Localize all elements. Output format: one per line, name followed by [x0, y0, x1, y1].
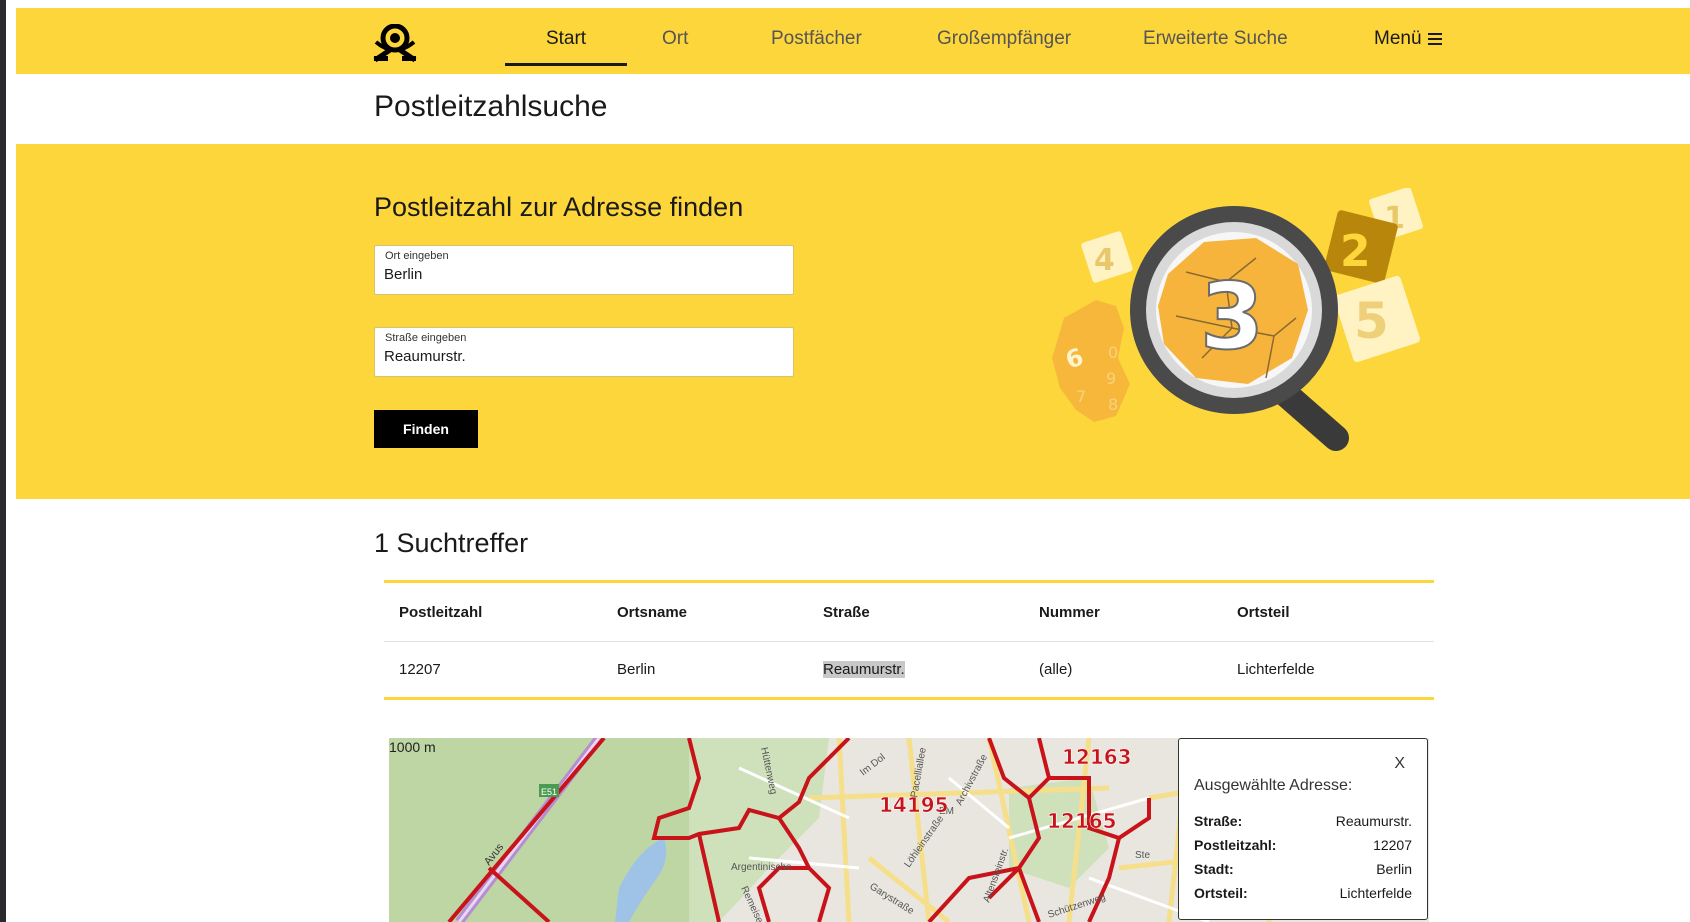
table-header-row: Postleitzahl Ortsname Straße Nummer Orts…: [384, 581, 1434, 642]
strasse-label: Straße eingeben: [385, 332, 467, 344]
popup-row-ortsteil: Ortsteil: Lichterfelde: [1194, 885, 1412, 901]
top-navigation: Start Ort Postfächer Großempfänger Erwei…: [16, 8, 1690, 74]
popup-row-strasse: Straße: Reaumurstr.: [1194, 813, 1412, 829]
nav-grossempfaenger[interactable]: Großempfänger: [937, 28, 1071, 50]
popup-row-postleitzahl: Postleitzahl: 12207: [1194, 837, 1412, 853]
map-scale-label: 1000 m: [389, 739, 436, 755]
zip-label-14195: 14195: [879, 793, 949, 817]
find-button[interactable]: Finden: [374, 410, 478, 448]
page-title: Postleitzahlsuche: [374, 90, 608, 123]
col-ortsteil[interactable]: Ortsteil: [1222, 581, 1434, 642]
close-popup-button[interactable]: X: [1394, 755, 1405, 773]
browser-edge: [0, 0, 16, 922]
argentinische-road-label: Argentinische: [731, 862, 792, 873]
cell-strasse: Reaumurstr.: [808, 642, 1024, 699]
digit-9-mark: 9: [1106, 369, 1116, 388]
col-ortsname[interactable]: Ortsname: [602, 581, 808, 642]
col-postleitzahl[interactable]: Postleitzahl: [384, 581, 602, 642]
cell-nummer: (alle): [1039, 661, 1073, 678]
ort-label: Ort eingeben: [385, 250, 449, 262]
popup-label-postleitzahl: Postleitzahl:: [1194, 837, 1277, 853]
popup-value-strasse: Reaumurstr.: [1335, 813, 1412, 829]
ort-field[interactable]: Ort eingeben: [374, 245, 794, 295]
ort-input[interactable]: [384, 266, 774, 283]
digit-4-tile: 4: [1094, 243, 1115, 278]
digit-0-mark: 0: [1108, 343, 1118, 362]
top-gap: [16, 0, 1690, 8]
col-strasse[interactable]: Straße: [808, 581, 1024, 642]
nav-postfaecher[interactable]: Postfächer: [771, 28, 862, 50]
cell-ortsname: Berlin: [617, 661, 656, 678]
nav-active-indicator: [505, 63, 627, 66]
nav-ort[interactable]: Ort: [662, 28, 688, 50]
selected-address-popup: X Ausgewählte Adresse: Straße: Reaumurst…: [1178, 738, 1428, 920]
popup-value-ortsteil: Lichterfelde: [1339, 885, 1412, 901]
nav-erweiterte-suche[interactable]: Erweiterte Suche: [1143, 28, 1288, 50]
e51-road-label: E51: [541, 787, 557, 797]
popup-title: Ausgewählte Adresse:: [1194, 777, 1353, 794]
digit-7-mark: 7: [1076, 387, 1086, 406]
zip-label-12163: 12163: [1062, 745, 1132, 769]
strasse-input[interactable]: [384, 348, 774, 365]
post-horn-logo-icon[interactable]: [372, 24, 418, 64]
cell-strasse-highlight: Reaumurstr.: [823, 661, 905, 678]
popup-value-stadt: Berlin: [1376, 861, 1412, 877]
popup-label-strasse: Straße:: [1194, 813, 1243, 829]
menu-button[interactable]: Menü: [1374, 28, 1442, 50]
digit-5-tile: 5: [1354, 292, 1389, 350]
hamburger-icon: [1427, 30, 1442, 48]
table-row[interactable]: 12207 Berlin Reaumurstr. (alle) Lichterf…: [384, 642, 1434, 699]
postcode-magnifier-illustration: 6 0 9 8 7 4 1 2 5 3: [1052, 188, 1423, 451]
digit-8-mark: 8: [1108, 395, 1118, 414]
popup-row-stadt: Stadt: Berlin: [1194, 861, 1412, 877]
popup-label-ortsteil: Ortsteil:: [1194, 885, 1248, 901]
popup-label-stadt: Stadt:: [1194, 861, 1234, 877]
results-count-title: 1 Suchtreffer: [374, 528, 529, 558]
col-nummer[interactable]: Nummer: [1024, 581, 1222, 642]
nav-start[interactable]: Start: [505, 28, 627, 50]
search-panel: Postleitzahl zur Adresse finden Ort eing…: [16, 144, 1690, 499]
search-heading: Postleitzahl zur Adresse finden: [374, 192, 744, 222]
digit-2-tile: 2: [1340, 226, 1371, 277]
results-table: Postleitzahl Ortsname Straße Nummer Orts…: [384, 580, 1434, 700]
zip-label-12165: 12165: [1047, 809, 1117, 833]
menu-label: Menü: [1374, 28, 1422, 49]
ste-road-label: Ste: [1135, 850, 1150, 861]
popup-value-postleitzahl: 12207: [1373, 837, 1412, 853]
cell-postleitzahl: 12207: [399, 661, 441, 678]
cell-ortsteil: Lichterfelde: [1237, 661, 1315, 678]
strasse-field[interactable]: Straße eingeben: [374, 327, 794, 377]
digit-3-highlight: 3: [1200, 263, 1264, 370]
